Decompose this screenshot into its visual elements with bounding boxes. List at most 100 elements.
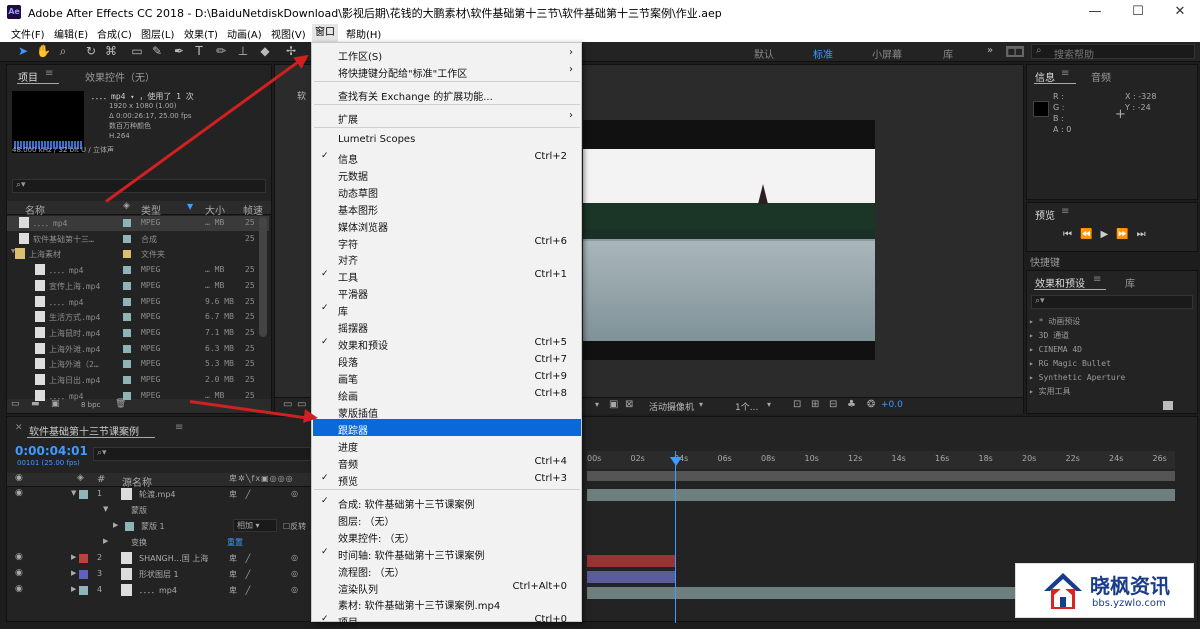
exposure-value[interactable]: +0.0 (881, 400, 903, 410)
effects-category[interactable]: ▸ * 动画预设 (1029, 315, 1125, 329)
region-icon[interactable]: ▣ (609, 399, 618, 410)
label-swatch[interactable] (123, 234, 131, 243)
workspace-default[interactable]: 默认 (754, 46, 774, 61)
panel-menu-icon[interactable]: ≡ (1061, 206, 1069, 217)
current-timecode[interactable]: 0:00:04:01 (15, 444, 88, 458)
label-swatch[interactable] (123, 391, 131, 400)
project-item[interactable]: ．．．．mp4 MPEG 9.6 MB 25 (7, 295, 269, 310)
effects-category[interactable]: ▸ CINEMA 4D (1029, 343, 1125, 357)
rotate-tool-icon[interactable]: ↻ (84, 44, 98, 58)
menu-item[interactable]: 图层: （无） (313, 510, 581, 528)
effects-category[interactable]: ▸ 3D 通道 (1029, 329, 1125, 343)
grid-icon[interactable]: ⊡ (793, 399, 801, 410)
help-search-box[interactable]: ⌕ 搜索帮助 (1031, 44, 1195, 61)
menu-view[interactable]: 视图(V) (271, 26, 306, 41)
project-item[interactable]: 上海日出.mp4 MPEG 2.0 MB 25 (7, 373, 269, 388)
project-scrollbar[interactable] (259, 217, 267, 337)
menu-item[interactable]: 绘画 Ctrl+8 (313, 385, 581, 403)
layer-2-bar[interactable] (587, 555, 675, 567)
hand-tool-icon[interactable]: ✋ (36, 44, 51, 58)
label-swatch[interactable] (123, 328, 131, 337)
parent-select[interactable]: ◎ (291, 553, 298, 562)
project-item[interactable]: ▼ 上海素材 文件夹 (7, 247, 269, 262)
label-swatch[interactable] (123, 313, 131, 322)
menu-item[interactable]: ✓ 合成: 软件基础第十三节课案例 (313, 493, 581, 511)
menu-item[interactable]: 将快捷键分配给"标准"工作区 › (313, 62, 581, 80)
parent-select[interactable]: ◎ (291, 489, 298, 498)
close-button[interactable]: ✕ (1165, 2, 1195, 22)
chevron-right-icon[interactable]: ▶ (71, 569, 76, 577)
menu-item[interactable]: 工作区(S) › (313, 45, 581, 63)
label-swatch[interactable] (123, 250, 131, 259)
menu-item[interactable]: 段落 Ctrl+7 (313, 351, 581, 369)
effects-category[interactable]: ▸ RG Magic Bullet (1029, 357, 1125, 371)
close-icon[interactable]: ✕ (15, 423, 23, 433)
mask-mode-select[interactable]: 相加 ▾ (233, 519, 277, 532)
tab-timeline[interactable]: 软件基础第十三节课案例 (29, 423, 139, 438)
project-item[interactable]: 软件基础第十三… 合成 25 (7, 232, 269, 247)
mask-label-swatch[interactable] (125, 522, 134, 531)
camera-tool-icon[interactable]: ⌘ (104, 44, 118, 58)
playhead[interactable] (675, 451, 676, 623)
menu-item[interactable]: 画笔 Ctrl+9 (313, 368, 581, 386)
effects-search-input[interactable]: ⌕▾ (1031, 295, 1193, 309)
menu-item[interactable]: ✓ 库 (313, 300, 581, 318)
prev-frame-icon[interactable]: ⏪ (1080, 229, 1100, 240)
menu-animation[interactable]: 动画(A) (227, 26, 262, 41)
parent-select[interactable]: ◎ (291, 569, 298, 578)
timeline-layer-row[interactable]: ▶ 蒙版 1 相加 ▾ ☐反转 (7, 519, 309, 535)
menu-item[interactable]: 查找有关 Exchange 的扩展功能... (313, 85, 581, 103)
layer-label-swatch[interactable] (79, 554, 88, 563)
tab-project[interactable]: 项目 (18, 69, 38, 84)
menu-item[interactable]: 字符 Ctrl+6 (313, 233, 581, 251)
eye-icon[interactable]: ◉ (15, 584, 23, 594)
menu-item[interactable]: ✓ 时间轴: 软件基础第十三节课案例 (313, 544, 581, 562)
eye-icon[interactable]: ◉ (15, 552, 23, 562)
timeline-layer-row[interactable]: ◉ ▶ 2 SHANGH…国 上海 卑 ╱ ◎ (7, 551, 309, 567)
timeline-layer-row[interactable]: ◉ ▶ 4 ．．．．mp4 卑 ╱ ◎ (7, 583, 309, 599)
col-name[interactable]: 名称 (25, 202, 45, 217)
col-type[interactable]: 类型 (141, 202, 161, 217)
project-item[interactable]: 宣传上海.mp4 MPEG … MB 25 (7, 279, 269, 294)
col-size[interactable]: 大小 (205, 202, 225, 217)
first-frame-icon[interactable]: ⏮ (1063, 229, 1080, 240)
chevron-right-icon[interactable]: ▶ (113, 521, 118, 529)
zoom-tool-icon[interactable]: ⌕ (56, 44, 70, 58)
menu-item[interactable]: ✓ 信息 Ctrl+2 (313, 148, 581, 166)
layer-label-swatch[interactable] (79, 570, 88, 579)
layer-label-swatch[interactable] (79, 490, 88, 499)
menu-item[interactable]: 流程图: （无） (313, 561, 581, 579)
eraser-tool-icon[interactable]: ◆ (258, 44, 272, 58)
layer-switches-icon[interactable]: 卑 ╱ (229, 585, 253, 596)
effects-category[interactable]: ▸ Synthetic Aperture (1029, 371, 1125, 385)
chevron-right-icon[interactable]: ▶ (103, 537, 108, 545)
reset-link[interactable]: 重置 (227, 537, 243, 548)
label-swatch[interactable] (123, 297, 131, 306)
layer-label-swatch[interactable] (79, 586, 88, 595)
minimize-button[interactable]: — (1080, 2, 1110, 22)
project-item[interactable]: ．．．．mp4 MPEG … MB 25 (7, 389, 269, 404)
next-frame-icon[interactable]: ⏩ (1116, 229, 1136, 240)
layer-3-bar[interactable] (587, 571, 675, 583)
project-item[interactable]: 上海外滩.mp4 MPEG 6.3 MB 25 (7, 342, 269, 357)
workspace-library[interactable]: 库 (943, 46, 953, 61)
transparency-grid-icon[interactable]: ⊠ (625, 399, 633, 410)
views-select[interactable]: 1个... (735, 400, 758, 413)
menu-item[interactable]: 蒙版插值 (313, 402, 581, 420)
menu-item[interactable]: 素材: 软件基础第十三节课案例.mp4 (313, 594, 581, 612)
rectangle-tool-icon[interactable]: ▭ (130, 44, 144, 58)
menu-item[interactable]: 对齐 (313, 249, 581, 267)
menu-item[interactable]: 跟踪器 (313, 418, 581, 437)
parent-select[interactable]: ◎ (291, 585, 298, 594)
last-frame-icon[interactable]: ⏭ (1137, 229, 1154, 240)
tab-preview[interactable]: 预览 (1035, 207, 1055, 222)
text-tool-icon[interactable]: T (192, 44, 206, 58)
menu-layer[interactable]: 图层(L) (141, 26, 174, 41)
tab-library[interactable]: 库 (1125, 275, 1135, 290)
menu-item[interactable]: ✓ 预览 Ctrl+3 (313, 470, 581, 488)
panel-menu-icon[interactable]: ≡ (175, 422, 183, 433)
tab-effect-controls[interactable]: 效果控件（无） (85, 69, 155, 84)
timeline-layer-row[interactable]: ▶ 变换 重置 (7, 535, 309, 551)
menu-item[interactable]: ✓ 项目 Ctrl+0 (313, 611, 581, 629)
layer-switches-icon[interactable]: 卑 ╱ (229, 489, 253, 500)
